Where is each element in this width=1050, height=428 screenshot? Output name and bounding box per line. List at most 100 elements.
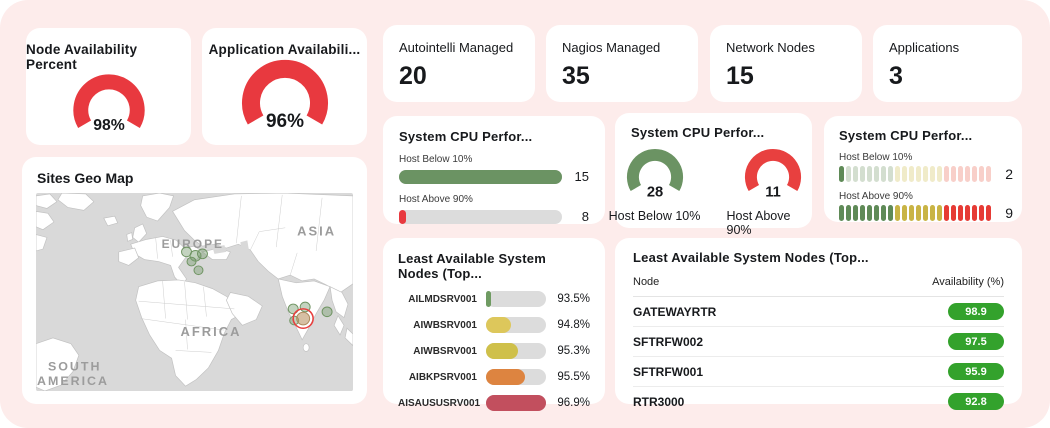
table-row[interactable]: SFTRFW001 95.9 (633, 357, 1004, 387)
bar-track (486, 343, 546, 359)
bar-track (486, 395, 546, 411)
stat-value: 20 (399, 62, 427, 90)
card-node-availability: Node Availability Percent 98% (26, 28, 191, 145)
bar-value: 96.9% (557, 397, 590, 409)
table-row[interactable]: GATEWAYRTR 98.9 (633, 297, 1004, 327)
availability-badge: 92.8 (948, 393, 1004, 410)
application-availability-gauge: 96% (241, 59, 328, 132)
stat-value: 3 (889, 62, 903, 90)
segment-row: Host Below 10% 2 (839, 152, 1013, 182)
node-bar-row: AIWBSRV001 95.3% (398, 343, 590, 359)
card-least-available-table: Least Available System Nodes (Top... Nod… (615, 238, 1022, 410)
table-row[interactable]: RTR3000 92.8 (633, 387, 1004, 416)
availability-badge: 97.5 (948, 333, 1004, 350)
segment-pill (867, 205, 872, 221)
card-cpu-performance-bars: System CPU Perfor... Host Below 10% 15 H… (383, 116, 605, 224)
segment-pill (860, 166, 865, 182)
segment-pill (930, 166, 935, 182)
segment-pill (965, 205, 970, 221)
segment-label: Host Above 90% (839, 191, 913, 202)
map-label-america: AMERICA (37, 374, 109, 388)
segment-pill (895, 166, 900, 182)
node-bar-row: AILMDSRV001 93.5% (398, 291, 590, 307)
bar-fill (486, 317, 511, 333)
segment-pill (895, 205, 900, 221)
gauge-arc (626, 148, 683, 192)
stat-value: 15 (726, 62, 754, 90)
gauge-value: 28 (646, 184, 662, 200)
node-availability-gauge: 98% (72, 74, 145, 134)
segment-pill (888, 166, 893, 182)
segment-pill (874, 166, 879, 182)
availability-badge: 95.9 (948, 363, 1004, 380)
segment-pill (944, 166, 949, 182)
segment-pill (909, 166, 914, 182)
gauge-label: Host Above 90% (726, 209, 791, 237)
dashboard-board: Node Availability Percent 98% Applicatio… (0, 0, 1050, 428)
gauge-group: 28 Host Below 10% (609, 148, 701, 237)
map-label-europe: EUROPE (162, 238, 224, 251)
node-bar-row: AIBKPSRV001 95.5% (398, 369, 590, 385)
gauge-value: 98% (93, 117, 125, 134)
segment-pill (916, 205, 921, 221)
bar-fill (399, 209, 406, 224)
node-bar-row: AISAUSUSRV001 96.9% (398, 395, 590, 411)
availability-badge: 98.9 (948, 303, 1004, 320)
bar-value: 93.5% (557, 293, 590, 305)
segment-pill (951, 166, 956, 182)
segment-pill (860, 205, 865, 221)
node-name: RTR3000 (633, 394, 685, 409)
card-cpu-performance-gauges: System CPU Perfor... 28 Host Below 10% 1… (609, 113, 812, 237)
table-row[interactable]: SFTRFW002 97.5 (633, 327, 1004, 357)
card-applications: Applications 3 (873, 25, 1022, 102)
node-label: AIBKPSRV001 (408, 371, 477, 383)
bar-track (486, 317, 546, 333)
node-label: AIWBSRV001 (413, 319, 477, 331)
node-name: SFTRFW002 (633, 334, 704, 349)
stat-label: Autointelli Managed (399, 40, 514, 55)
segment-bar (839, 205, 991, 221)
segment-pill (888, 205, 893, 221)
segment-pill (839, 205, 844, 221)
bar-row: Host Above 90% 8 (399, 194, 589, 224)
segment-pill (937, 166, 942, 182)
card-title: Least Available System Nodes (Top... (633, 250, 869, 265)
segment-pill (881, 166, 886, 182)
bar-track (399, 209, 562, 224)
bar-value: 15 (574, 169, 589, 184)
segment-pill (972, 166, 977, 182)
world-map: EUROPE ASIA AFRICA SOUTH AMERICA (36, 193, 353, 391)
stat-label: Applications (889, 40, 960, 55)
bar-fill (399, 169, 562, 184)
segment-pill (902, 166, 907, 182)
segment-pill (839, 166, 844, 182)
segment-pill (867, 166, 872, 182)
site-marker-selected[interactable] (296, 311, 311, 326)
node-bar-row: AIWBSRV001 94.8% (398, 317, 590, 333)
card-network-nodes: Network Nodes 15 (710, 25, 862, 102)
node-name: GATEWAYRTR (633, 304, 717, 319)
bar-track (486, 291, 546, 307)
segment-pill (986, 205, 991, 221)
segment-pill (986, 166, 991, 182)
segment-pill (846, 166, 851, 182)
segment-row: Host Above 90% 9 (839, 191, 1013, 221)
card-application-availability: Application Availabili... 96% (202, 28, 367, 145)
card-title: Least Available System Nodes (Top... (398, 251, 546, 281)
stat-label: Network Nodes (726, 40, 815, 55)
card-title: System CPU Perfor... (631, 125, 765, 140)
segment-label: Host Below 10% (839, 152, 913, 163)
host-above-gauge: 11 (744, 148, 801, 200)
card-cpu-performance-segments: System CPU Perfor... Host Below 10% 2 Ho… (824, 116, 1022, 222)
bar-fill (486, 291, 491, 307)
segment-pill (965, 166, 970, 182)
card-title: Sites Geo Map (37, 170, 134, 186)
segment-pill (902, 205, 907, 221)
segment-bar (839, 166, 991, 182)
segment-value: 9 (1005, 205, 1013, 221)
segment-pill (874, 205, 879, 221)
bar-value: 95.3% (557, 345, 590, 357)
segment-pill (937, 205, 942, 221)
column-header-availability: Availability (%) (932, 276, 1004, 288)
card-title: Node Availability Percent (26, 42, 138, 72)
